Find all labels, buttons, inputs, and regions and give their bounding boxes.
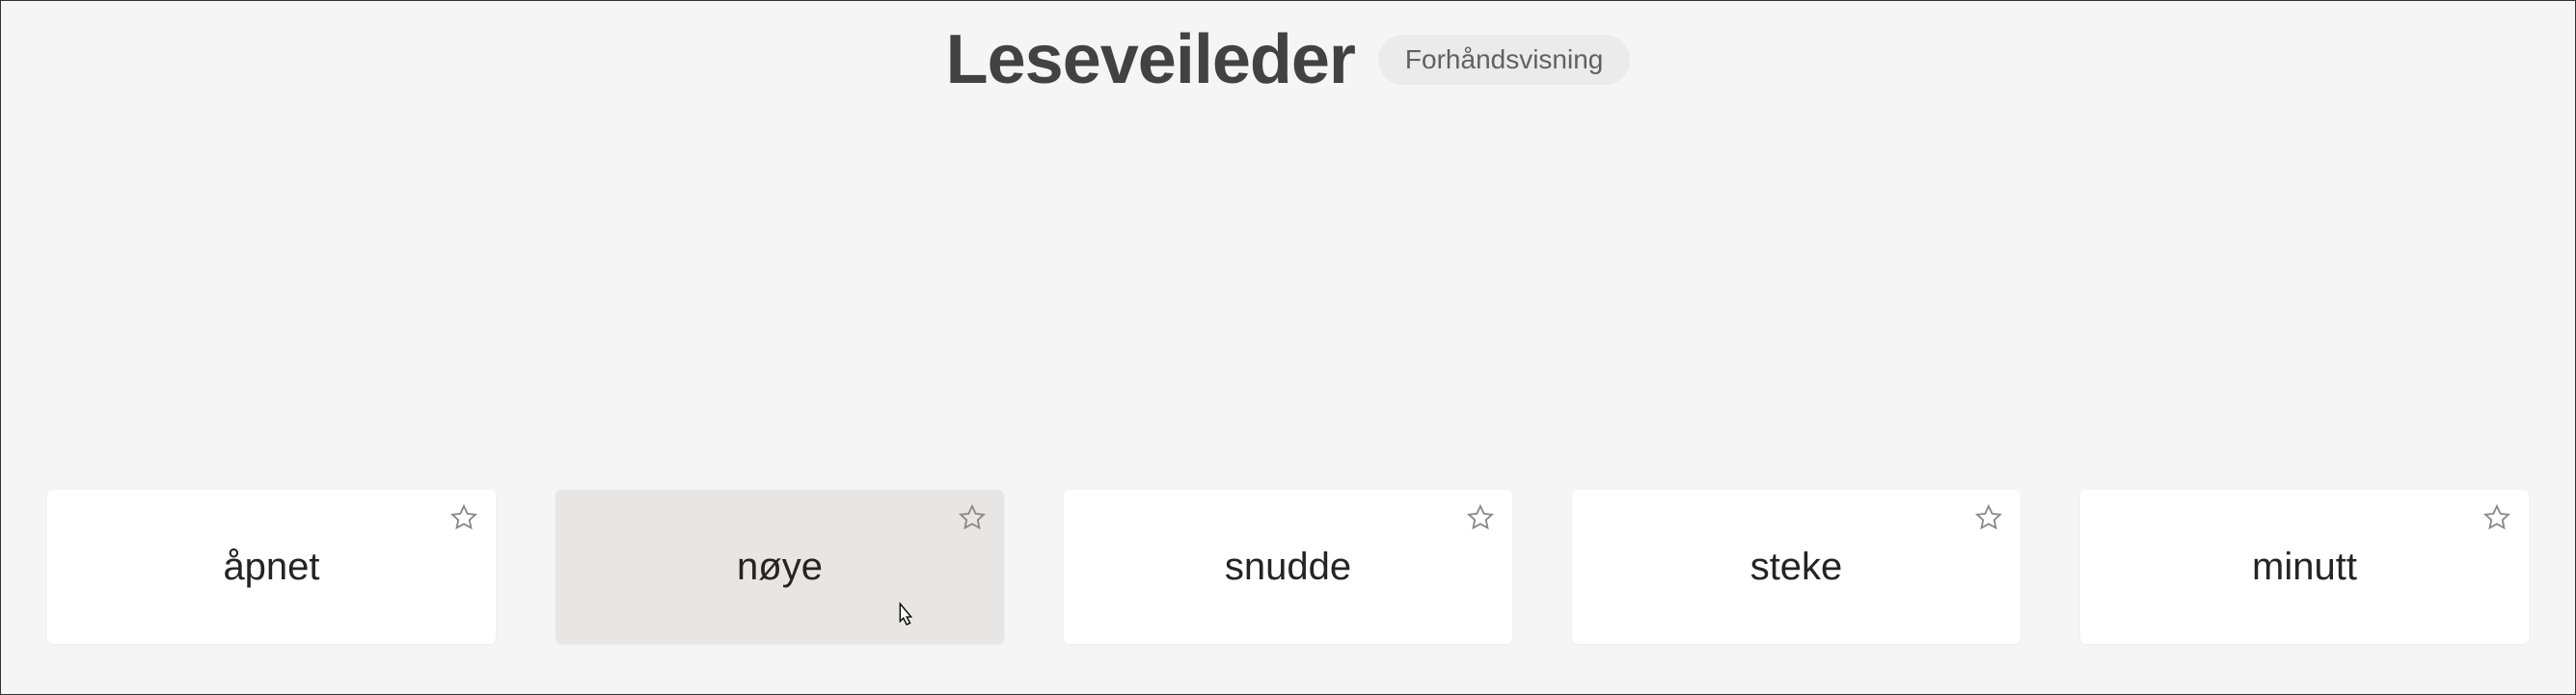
preview-badge: Forhåndsvisning: [1378, 35, 1630, 85]
word-text: steke: [1750, 546, 1843, 589]
word-card[interactable]: åpnet: [47, 490, 496, 644]
star-icon[interactable]: [449, 503, 478, 532]
word-text: minutt: [2252, 546, 2357, 589]
word-card[interactable]: minutt: [2080, 490, 2529, 644]
word-card[interactable]: nøye: [556, 490, 1004, 644]
page-title: Leseveileder: [946, 20, 1355, 99]
word-text: snudde: [1225, 546, 1351, 589]
star-icon[interactable]: [1466, 503, 1495, 532]
word-text: nøye: [737, 546, 823, 589]
cursor-icon: [892, 601, 919, 632]
star-icon[interactable]: [2482, 503, 2511, 532]
word-card[interactable]: snudde: [1064, 490, 1512, 644]
word-card[interactable]: steke: [1572, 490, 2020, 644]
header: Leseveileder Forhåndsvisning: [1, 1, 2575, 99]
star-icon[interactable]: [1974, 503, 2003, 532]
cards-row: åpnet nøye snudde steke minutt: [47, 490, 2529, 644]
word-text: åpnet: [223, 546, 319, 589]
star-icon[interactable]: [958, 503, 987, 532]
